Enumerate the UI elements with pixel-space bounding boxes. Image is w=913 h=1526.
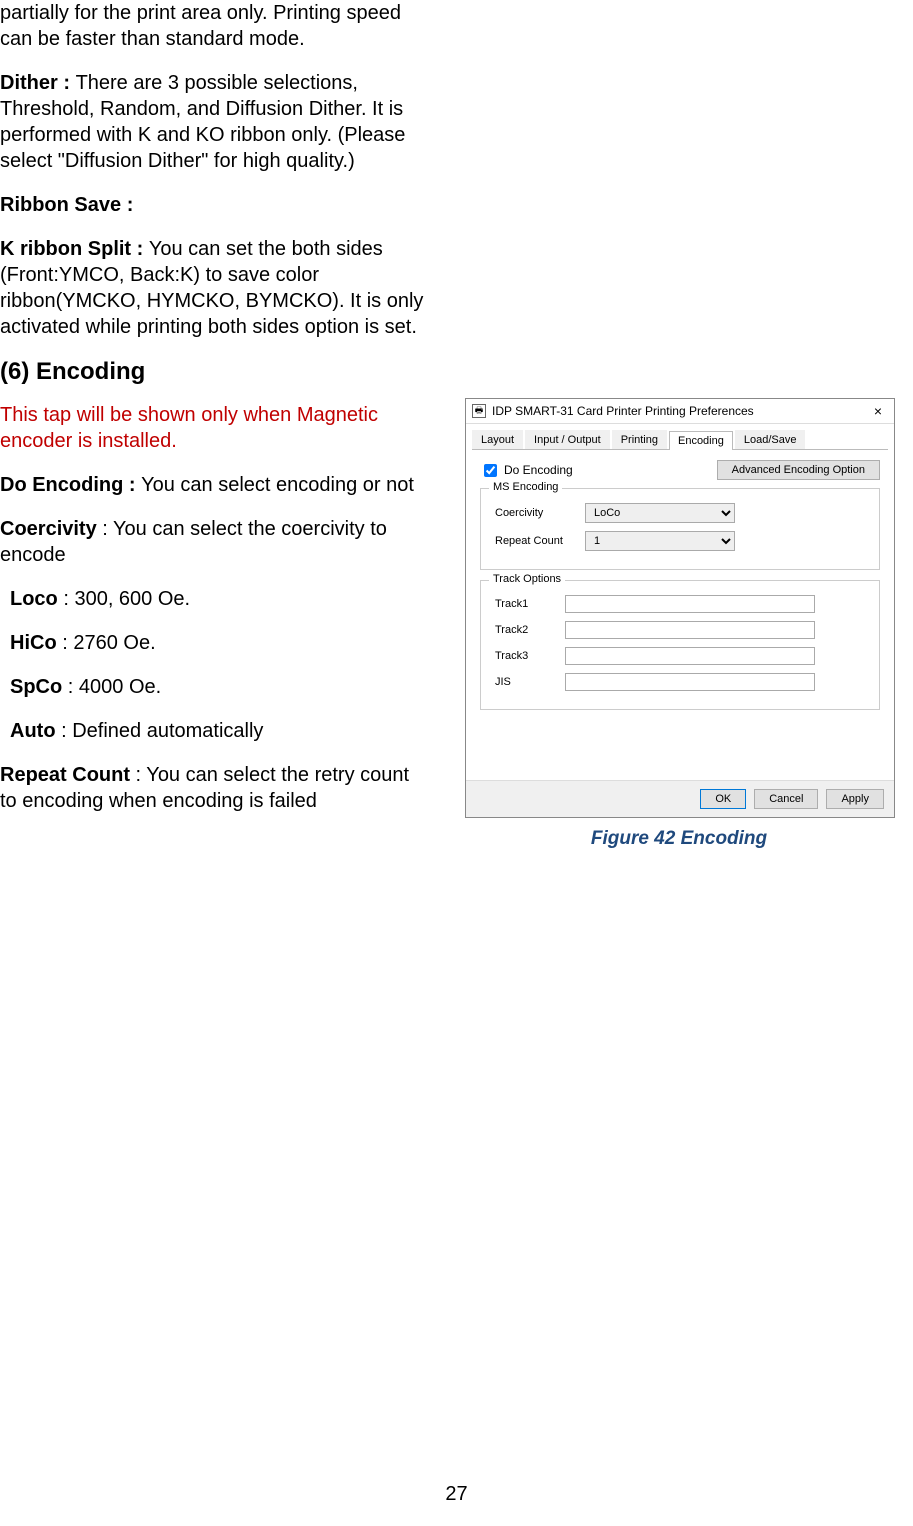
ribbon-save-label: Ribbon Save :: [0, 192, 425, 218]
spco-text: : 4000 Oe.: [62, 676, 161, 698]
dialog-footer: OK Cancel Apply: [466, 780, 894, 817]
paragraph-do-encoding: Do Encoding : You can select encoding or…: [0, 472, 425, 498]
track-options-group: Track Options Track1 Track2 Track3: [480, 580, 880, 710]
paragraph-partial: partially for the print area only. Print…: [0, 0, 425, 52]
track1-label: Track1: [495, 598, 565, 610]
printer-icon: 🖶: [472, 404, 486, 418]
tab-layout[interactable]: Layout: [472, 430, 523, 449]
jis-input[interactable]: [565, 673, 815, 691]
auto-text: : Defined automatically: [56, 720, 264, 742]
repeat-count-select[interactable]: 1: [585, 531, 735, 551]
page-number: 27: [0, 1483, 913, 1506]
cancel-button[interactable]: Cancel: [754, 789, 818, 809]
hico-line: HiCo : 2760 Oe.: [0, 630, 425, 656]
repeat-count-field-label: Repeat Count: [495, 535, 585, 547]
loco-text: : 300, 600 Oe.: [58, 588, 190, 610]
ms-encoding-group: MS Encoding Coercivity LoCo Repeat Count…: [480, 488, 880, 570]
paragraph-dither: Dither : There are 3 possible selections…: [0, 70, 425, 174]
repeat-count-label: Repeat Count: [0, 764, 130, 786]
track2-input[interactable]: [565, 621, 815, 639]
paragraph-kribbon: K ribbon Split : You can set the both si…: [0, 236, 425, 340]
tab-input-output[interactable]: Input / Output: [525, 430, 610, 449]
hico-label: HiCo: [10, 632, 57, 654]
dialog-titlebar: 🖶 IDP SMART-31 Card Printer Printing Pre…: [466, 399, 894, 424]
loco-line: Loco : 300, 600 Oe.: [0, 586, 425, 612]
auto-line: Auto : Defined automatically: [0, 718, 425, 744]
paragraph-coercivity: Coercivity : You can select the coercivi…: [0, 516, 425, 568]
tabs-row: Layout Input / Output Printing Encoding …: [472, 430, 888, 450]
paragraph-repeat-count: Repeat Count : You can select the retry …: [0, 762, 425, 814]
coercivity-select[interactable]: LoCo: [585, 503, 735, 523]
track2-label: Track2: [495, 624, 565, 636]
jis-label: JIS: [495, 676, 565, 688]
loco-label: Loco: [10, 588, 58, 610]
close-icon[interactable]: ×: [868, 403, 888, 419]
figure-column: 🖶 IDP SMART-31 Card Printer Printing Pre…: [445, 0, 913, 850]
dither-label: Dither :: [0, 72, 76, 94]
figure-caption: Figure 42 Encoding: [445, 828, 913, 850]
ok-button[interactable]: OK: [700, 789, 746, 809]
tab-load-save[interactable]: Load/Save: [735, 430, 806, 449]
track1-input[interactable]: [565, 595, 815, 613]
spco-line: SpCo : 4000 Oe.: [0, 674, 425, 700]
advanced-encoding-button[interactable]: Advanced Encoding Option: [717, 460, 880, 480]
track-options-legend: Track Options: [489, 573, 565, 585]
track3-input[interactable]: [565, 647, 815, 665]
kribbon-label: K ribbon Split :: [0, 238, 149, 260]
track3-label: Track3: [495, 650, 565, 662]
auto-label: Auto: [10, 720, 56, 742]
do-encoding-label: Do Encoding :: [0, 474, 141, 496]
apply-button[interactable]: Apply: [826, 789, 884, 809]
main-text-column: partially for the print area only. Print…: [0, 0, 445, 832]
tab-encoding[interactable]: Encoding: [669, 431, 733, 450]
do-encoding-checkbox[interactable]: [484, 464, 497, 477]
hico-text: : 2760 Oe.: [57, 632, 156, 654]
ms-encoding-legend: MS Encoding: [489, 481, 562, 493]
encoding-note: This tap will be shown only when Magneti…: [0, 402, 425, 454]
dialog-title: IDP SMART-31 Card Printer Printing Prefe…: [492, 404, 868, 418]
coercivity-field-label: Coercivity: [495, 507, 585, 519]
coercivity-label: Coercivity: [0, 518, 97, 540]
printing-preferences-dialog: 🖶 IDP SMART-31 Card Printer Printing Pre…: [465, 398, 895, 818]
encoding-heading: (6) Encoding: [0, 358, 425, 386]
do-encoding-text: You can select encoding or not: [141, 474, 414, 496]
tab-printing[interactable]: Printing: [612, 430, 667, 449]
do-encoding-checkbox-label: Do Encoding: [504, 463, 573, 477]
dialog-body: Do Encoding Advanced Encoding Option MS …: [466, 450, 894, 780]
spco-label: SpCo: [10, 676, 62, 698]
